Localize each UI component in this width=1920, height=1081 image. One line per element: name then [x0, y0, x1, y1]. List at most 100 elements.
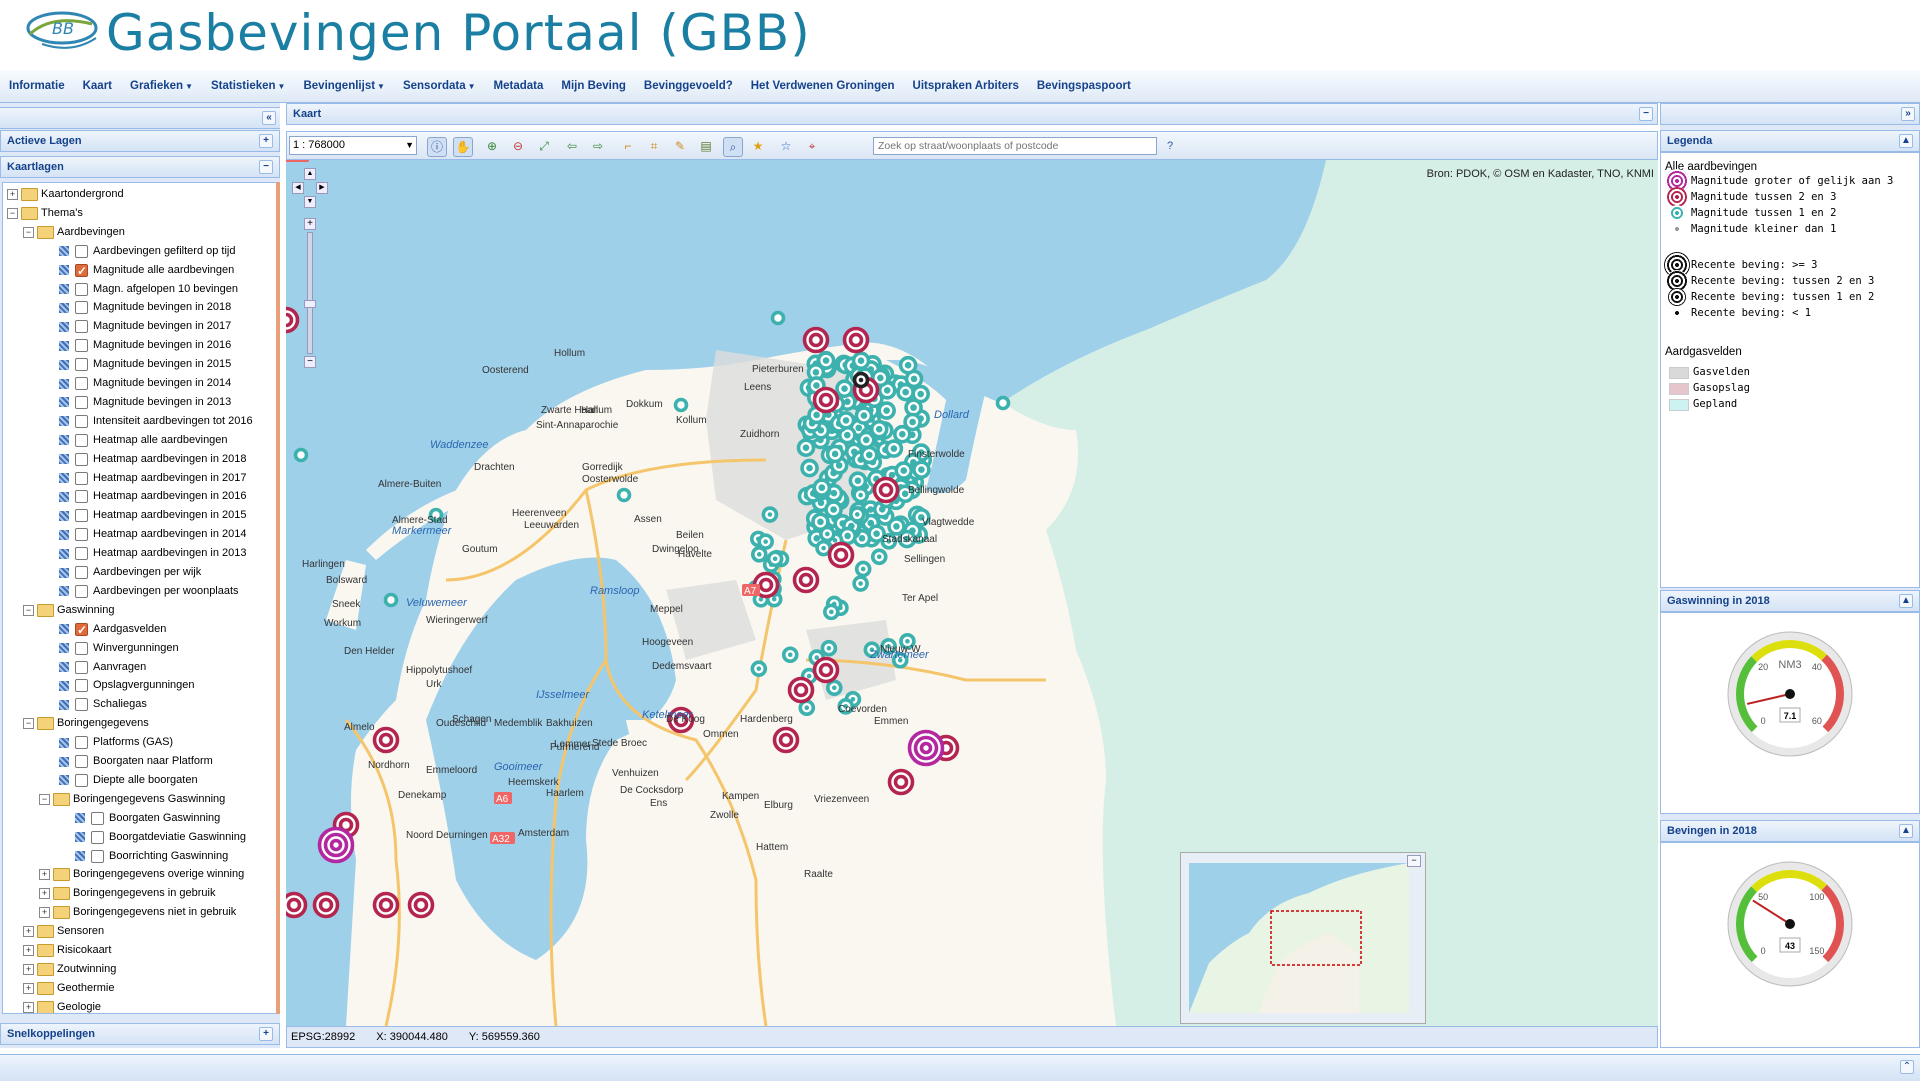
earthquake-marker[interactable]: [842, 326, 870, 354]
earthquake-marker[interactable]: [812, 656, 840, 684]
earthquake-marker[interactable]: [781, 646, 799, 664]
tree-folder[interactable]: + Geologie: [23, 998, 101, 1013]
zoom-control[interactable]: ▲ ◀ ▶ ▼ + −: [292, 166, 332, 376]
tree-layer[interactable]: Aardgasvelden: [39, 620, 166, 640]
tree-layer[interactable]: Magnitude bevingen in 2015: [39, 355, 231, 374]
layer-checkbox[interactable]: [75, 528, 88, 542]
expand-plus-icon[interactable]: +: [259, 1027, 273, 1041]
layer-checkbox[interactable]: [75, 262, 88, 281]
tree-layer[interactable]: Magnitude bevingen in 2013: [39, 393, 231, 412]
search-zoom-icon[interactable]: ⌕: [723, 137, 743, 157]
tree-layer[interactable]: Aardbevingen per woonplaats: [39, 582, 239, 601]
tree-layer[interactable]: Opslagvergunningen: [39, 676, 195, 695]
zoom-in-icon[interactable]: ⊕: [483, 137, 501, 155]
tree-layer[interactable]: Schaliegas: [39, 695, 147, 714]
quick-links-header[interactable]: Snelkoppelingen +: [0, 1023, 280, 1045]
earthquake-marker[interactable]: [372, 726, 400, 754]
collapse-up-icon[interactable]: ▲: [1899, 824, 1913, 838]
tree-layer[interactable]: Magn. afgelopen 10 bevingen: [39, 280, 238, 299]
tree-layer[interactable]: Boorgaten naar Platform: [39, 752, 213, 771]
earthquake-marker[interactable]: [812, 478, 832, 497]
earthquake-marker[interactable]: [812, 386, 840, 414]
tree-folder[interactable]: − Boringengegevens: [23, 714, 149, 733]
earthquake-marker[interactable]: [852, 575, 869, 592]
layer-checkbox[interactable]: [75, 679, 88, 693]
tree-layer[interactable]: Heatmap aardbevingen in 2016: [39, 487, 247, 506]
earthquake-marker[interactable]: [848, 506, 866, 523]
layer-checkbox[interactable]: [75, 641, 88, 655]
earthquake-marker[interactable]: [848, 471, 868, 490]
earthquake-marker[interactable]: [792, 566, 820, 594]
earthquake-marker[interactable]: [293, 447, 309, 463]
expand-icon[interactable]: +: [39, 888, 50, 900]
pan-up-icon[interactable]: ▲: [304, 168, 316, 180]
tree-layer[interactable]: Boorgatdeviatie Gaswinning: [55, 828, 246, 847]
tree-scrollbar[interactable]: [276, 182, 280, 1014]
pan-left-icon[interactable]: ◀: [292, 182, 304, 194]
overview-toggle-icon[interactable]: −: [1407, 855, 1421, 867]
tree-layer[interactable]: Magnitude bevingen in 2016: [39, 336, 231, 355]
expand-plus-icon[interactable]: +: [259, 134, 273, 148]
minimize-icon[interactable]: −: [1639, 107, 1653, 121]
menu-item-kaart[interactable]: Kaart: [74, 70, 121, 102]
zoom-out-icon[interactable]: ⊖: [509, 137, 527, 155]
menu-item-sensordata[interactable]: Sensordata ▼: [394, 70, 485, 103]
menu-item-statistieken[interactable]: Statistieken ▼: [202, 70, 294, 103]
earthquake-marker[interactable]: [852, 486, 869, 504]
tree-layer[interactable]: Magnitude bevingen in 2017: [39, 317, 231, 336]
scale-select[interactable]: 1 : 768000 ▼: [289, 136, 417, 155]
expand-icon[interactable]: +: [39, 907, 50, 919]
tree-folder[interactable]: − Boringengegevens Gaswinning: [39, 790, 225, 809]
earthquake-marker[interactable]: [372, 891, 400, 919]
menu-item-bevingenlijst[interactable]: Bevingenlijst ▼: [294, 70, 394, 103]
earthquake-marker[interactable]: [894, 461, 914, 480]
earthquake-marker[interactable]: [787, 676, 815, 704]
earthquake-marker[interactable]: [819, 525, 836, 543]
earthquake-marker[interactable]: [772, 726, 800, 754]
layer-checkbox[interactable]: [75, 660, 88, 674]
earthquake-marker[interactable]: [616, 487, 632, 503]
earthquake-marker[interactable]: [912, 460, 931, 479]
menu-item-grafieken[interactable]: Grafieken ▼: [121, 70, 202, 103]
tree-layer[interactable]: Heatmap aardbevingen in 2013: [39, 544, 247, 563]
edit-icon[interactable]: ✎: [671, 137, 689, 155]
expand-icon[interactable]: +: [7, 189, 18, 200]
menu-item-mijn-beving[interactable]: Mijn Beving: [552, 70, 635, 102]
measure-area-icon[interactable]: ⌗: [645, 137, 663, 155]
earthquake-marker[interactable]: [825, 444, 845, 464]
menu-item-bevinggevoeld-[interactable]: Bevinggevoeld?: [635, 70, 742, 102]
collapse-icon[interactable]: −: [23, 718, 34, 730]
tree-layer[interactable]: Boorrichting Gaswinning: [55, 847, 228, 866]
tree-folder[interactable]: + Boringengegevens overige winning: [39, 865, 244, 884]
collapse-up-icon[interactable]: ▲: [1899, 134, 1913, 148]
layer-checkbox[interactable]: [75, 320, 88, 334]
map-svg[interactable]: Hollum Oosterend Waddenzee Pieterburen Leens…: [286, 160, 1658, 1026]
tree-layer[interactable]: Boorgaten Gaswinning: [55, 809, 220, 828]
layer-checkbox[interactable]: [75, 621, 88, 640]
expand-icon[interactable]: +: [23, 945, 34, 956]
layer-checkbox[interactable]: [75, 452, 88, 466]
earthquake-marker[interactable]: [800, 458, 819, 478]
info-icon[interactable]: ⓘ: [427, 137, 447, 157]
help-icon[interactable]: ?: [1161, 137, 1179, 155]
tree-layer[interactable]: Diepte alle boorgaten: [39, 771, 198, 790]
collapse-icon[interactable]: −: [23, 226, 34, 238]
earthquake-marker[interactable]: [816, 351, 836, 370]
tree-layer[interactable]: Winvergunningen: [39, 639, 179, 658]
active-layers-header[interactable]: Actieve Lagen +: [0, 130, 280, 152]
earthquake-marker[interactable]: [802, 326, 830, 354]
tree-folder[interactable]: − Aardbevingen: [23, 223, 125, 242]
menu-item-informatie[interactable]: Informatie: [0, 70, 74, 102]
map-layers-header[interactable]: Kaartlagen −: [0, 156, 280, 178]
tree-layer[interactable]: Aardbevingen per wijk: [39, 563, 201, 582]
earthquake-marker[interactable]: [757, 533, 774, 550]
collapse-up-icon[interactable]: ▲: [1899, 594, 1913, 608]
zoom-extent-icon[interactable]: ⤢: [535, 137, 553, 155]
earthquake-marker[interactable]: [796, 438, 816, 457]
tree-folder[interactable]: + Boringengegevens niet in gebruik: [39, 903, 236, 922]
earthquake-marker[interactable]: [851, 351, 871, 370]
layer-checkbox[interactable]: [91, 811, 104, 825]
expand-icon[interactable]: +: [23, 926, 34, 938]
expand-icon[interactable]: +: [39, 869, 50, 881]
layer-checkbox[interactable]: [75, 395, 88, 409]
